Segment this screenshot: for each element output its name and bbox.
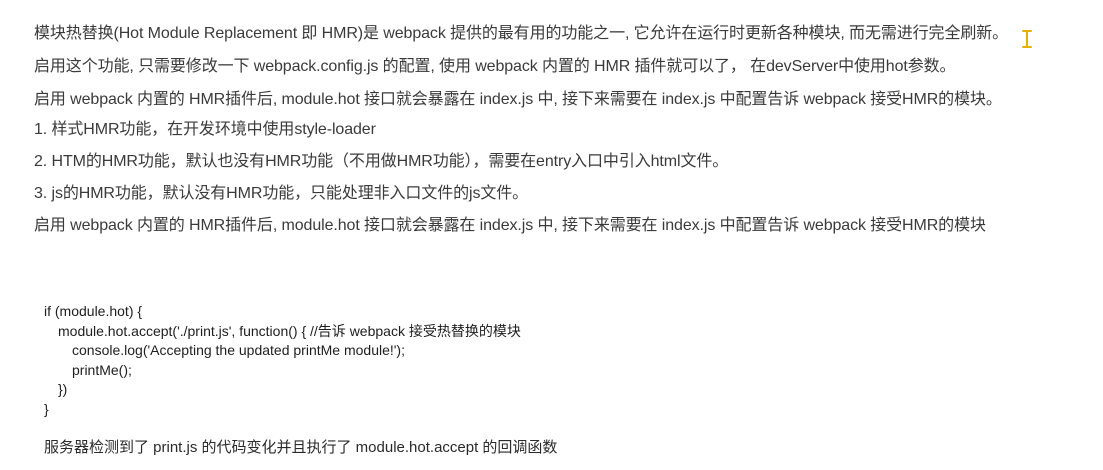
code-line: }) [58, 381, 68, 397]
module-hot-paragraph: 启用 webpack 内置的 HMR插件后, module.hot 接口就会暴露… [34, 91, 1002, 108]
code-line: } [44, 400, 49, 417]
document-page: 模块热替换(Hot Module Replacement 即 HMR)是 web… [0, 0, 1103, 470]
list-item-style-hmr: 1. 样式HMR功能，在开发环境中使用style-loader [34, 121, 376, 138]
intro-paragraph: 模块热替换(Hot Module Replacement 即 HMR)是 web… [34, 25, 1009, 42]
module-hot-paragraph-repeat: 启用 webpack 内置的 HMR插件后, module.hot 接口就会暴露… [34, 217, 986, 234]
text-cursor-icon [1022, 30, 1032, 48]
enable-paragraph: 启用这个功能, 只需要修改一下 webpack.config.js 的配置, 使… [34, 58, 956, 75]
result-note: 服务器检测到了 print.js 的代码变化并且执行了 module.hot.a… [44, 439, 558, 456]
code-block: if (module.hot) { module.hot.accept('./p… [44, 302, 521, 419]
code-line: if (module.hot) { [44, 303, 143, 319]
list-item-html-hmr: 2. HTM的HMR功能，默认也没有HMR功能（不用做HMR功能），需要在ent… [34, 153, 729, 170]
code-line: printMe(); [72, 361, 132, 378]
code-line: console.log('Accepting the updated print… [72, 342, 405, 358]
code-line: module.hot.accept('./print.js', function… [58, 322, 521, 339]
list-item-js-hmr: 3. js的HMR功能，默认没有HMR功能，只能处理非入口文件的js文件。 [34, 185, 529, 202]
